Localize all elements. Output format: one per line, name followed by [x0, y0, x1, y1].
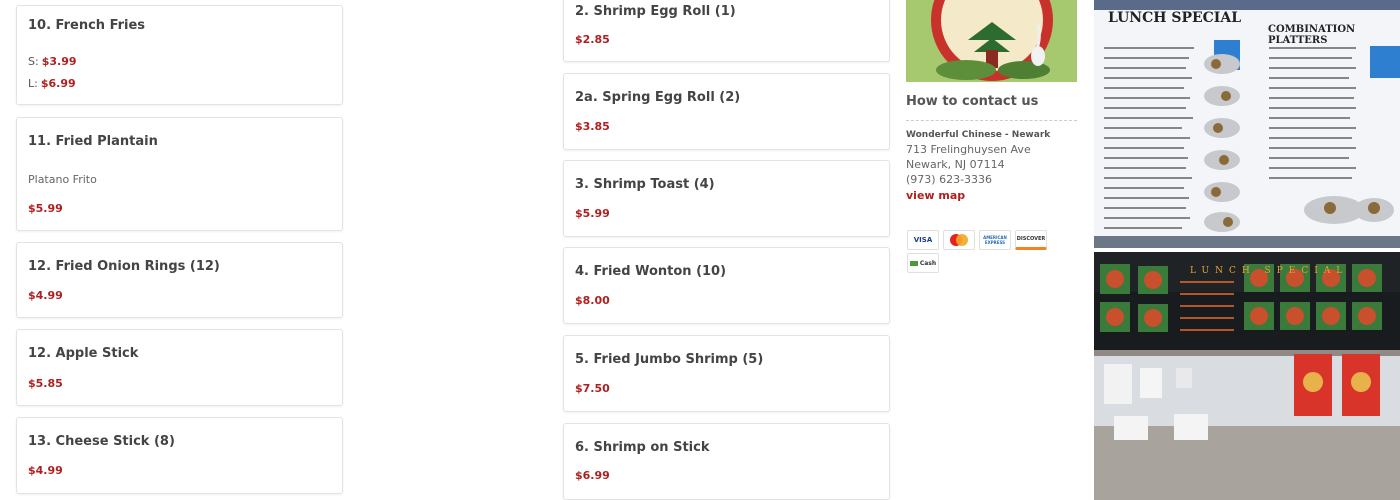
item-price: $5.99 [575, 207, 610, 220]
discover-icon: DISCOVER [1015, 230, 1047, 250]
size-label: L: [28, 77, 38, 90]
size-large: L: $6.99 [28, 77, 76, 90]
item-price: $8.00 [575, 294, 610, 307]
item-price: $6.99 [40, 77, 76, 90]
lunch-special-title: LUNCH SPECIAL [1108, 10, 1242, 26]
business-name: Wonderful Chinese - Newark [906, 130, 1051, 140]
view-map-link[interactable]: view map [906, 189, 965, 202]
item-title: 12. Apple Stick [28, 346, 139, 361]
mastercard-icon: MC [943, 230, 975, 250]
item-title: 3. Shrimp Toast (4) [575, 177, 715, 192]
item-title: 2a. Spring Egg Roll (2) [575, 90, 741, 105]
item-title: 12. Fried Onion Rings (12) [28, 259, 220, 274]
combination-platters-title: COMBINATION PLATTERS [1268, 24, 1356, 46]
visa-icon: VISA [907, 230, 939, 250]
visa-label: VISA [913, 236, 933, 244]
item-price: $4.99 [28, 289, 63, 302]
menu-item-fried-wonton[interactable]: 4. Fried Wonton (10) $8.00 [563, 247, 890, 324]
amex-label: AMERICAN EXPRESS [983, 235, 1007, 245]
item-title: 13. Cheese Stick (8) [28, 434, 175, 449]
cash-icon: Cash [907, 253, 939, 273]
menu-item-shrimp-egg-roll[interactable]: 2. Shrimp Egg Roll (1) $2.85 [563, 0, 890, 62]
item-price: $6.99 [575, 469, 610, 482]
item-title: 11. Fried Plantain [28, 134, 158, 149]
item-price: $5.85 [28, 377, 63, 390]
phone-number: (973) 623-3336 [906, 173, 993, 186]
cash-label: Cash [919, 259, 937, 267]
item-description: Platano Frito [28, 173, 97, 186]
mastercard-circles-icon [950, 234, 968, 246]
item-title: 2. Shrimp Egg Roll (1) [575, 4, 736, 19]
menu-board-photo[interactable]: LUNCH SPECIAL COMBINATION PLATTERS [1094, 0, 1400, 248]
menu-item-shrimp-on-stick[interactable]: 6. Shrimp on Stick $6.99 [563, 423, 890, 500]
amex-icon: AMERICAN EXPRESS [979, 230, 1011, 250]
item-title: 10. French Fries [28, 18, 146, 33]
pagoda-logo-icon [906, 0, 1077, 82]
menu-item-spring-egg-roll[interactable]: 2a. Spring Egg Roll (2) $3.85 [563, 73, 890, 150]
street-address: 713 Frelinghuysen Ave [906, 143, 1031, 156]
item-price: $7.50 [575, 382, 610, 395]
discover-label: DISCOVER [1016, 236, 1046, 242]
contact-heading: How to contact us [906, 94, 1039, 109]
size-label: S: [28, 55, 39, 68]
menu-item-apple-stick[interactable]: 12. Apple Stick $5.85 [16, 329, 343, 406]
item-title: 5. Fried Jumbo Shrimp (5) [575, 352, 764, 367]
storefront-photo[interactable]: LUNCH SPECIAL [1094, 252, 1400, 500]
menu-item-fried-jumbo-shrimp[interactable]: 5. Fried Jumbo Shrimp (5) $7.50 [563, 335, 890, 412]
item-title: 4. Fried Wonton (10) [575, 264, 727, 279]
restaurant-logo [906, 0, 1077, 82]
storefront-sign-text: LUNCH SPECIAL [1190, 266, 1349, 276]
menu-item-shrimp-toast[interactable]: 3. Shrimp Toast (4) $5.99 [563, 160, 890, 237]
menu-item-fried-plantain[interactable]: 11. Fried Plantain Platano Frito $5.99 [16, 117, 343, 231]
storefront-image-icon [1094, 252, 1400, 500]
item-price: $3.85 [575, 120, 610, 133]
item-price: $5.99 [28, 202, 63, 215]
size-small: S: $3.99 [28, 55, 77, 68]
item-price: $3.99 [41, 55, 77, 68]
item-title: 6. Shrimp on Stick [575, 440, 710, 455]
menu-item-fried-onion-rings[interactable]: 12. Fried Onion Rings (12) $4.99 [16, 242, 343, 318]
divider [906, 120, 1077, 121]
menu-item-french-fries[interactable]: 10. French Fries S: $3.99 L: $6.99 [16, 5, 343, 105]
item-price: $2.85 [575, 33, 610, 46]
item-price: $4.99 [28, 464, 63, 477]
city-state-zip: Newark, NJ 07114 [906, 158, 1005, 171]
menu-item-cheese-stick[interactable]: 13. Cheese Stick (8) $4.99 [16, 417, 343, 494]
